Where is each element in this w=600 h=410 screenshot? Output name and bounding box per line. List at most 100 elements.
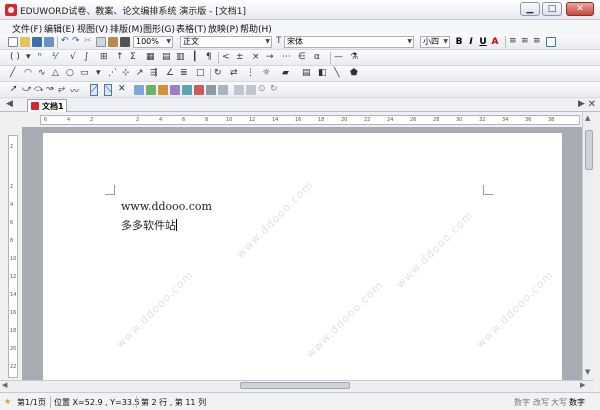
shape-library-icon[interactable]	[194, 85, 204, 95]
less-than-icon[interactable]: <	[222, 52, 230, 62]
horizontal-scroll-thumb[interactable]	[240, 382, 350, 389]
arrow-connector-icon[interactable]: ↝	[46, 84, 54, 94]
shape-icon[interactable]: ⬟	[350, 68, 358, 78]
triangle-icon[interactable]: △	[52, 68, 59, 78]
rotate-icon[interactable]: ↻	[214, 68, 222, 78]
tab-close-button[interactable]: ✕	[588, 99, 596, 110]
tab-prev-button[interactable]: ◀	[6, 99, 13, 109]
link-icon[interactable]: ⥂	[58, 84, 65, 94]
line-style-icon[interactable]: ▤	[302, 68, 311, 78]
wave-icon[interactable]: 〰	[70, 84, 79, 97]
scroll-left-icon[interactable]: ◀	[2, 381, 7, 389]
rectangle-dropdown-icon[interactable]: ▾	[96, 68, 101, 78]
horizontal-ruler[interactable]: 6 4 2 2 4 6 8 10 12 14 16 18 20 22 24 26…	[40, 115, 580, 125]
sun-icon[interactable]: ☼	[262, 68, 270, 78]
save-all-icon[interactable]	[44, 37, 54, 47]
line-cap-icon[interactable]: ⤻	[22, 84, 32, 94]
scroll-right-icon[interactable]: ▶	[580, 381, 585, 389]
curve-icon[interactable]: ∿	[38, 68, 46, 78]
bracket-dropdown-icon[interactable]: ▾	[26, 52, 31, 62]
redo-icon[interactable]: ↷	[72, 36, 80, 46]
bar-icon[interactable]: ▥	[176, 52, 185, 62]
vertical-ruler[interactable]: 2 2 4 6 8 10 12 14 16 18 20 22	[8, 135, 18, 378]
horizontal-scrollbar[interactable]: ◀ ▶	[0, 380, 594, 390]
align-left-icon[interactable]: ≡	[509, 36, 517, 46]
scroll-down-icon[interactable]: ▼	[585, 368, 590, 376]
ungroup-icon[interactable]	[218, 85, 228, 95]
media-icon[interactable]	[182, 85, 192, 95]
tab-document-1[interactable]: 文档1	[27, 99, 67, 112]
font-select[interactable]: 宋体 ▼	[284, 36, 414, 48]
chemistry-icon[interactable]: ⚗	[350, 52, 358, 62]
minimize-button[interactable]: ▁	[520, 2, 540, 16]
plus-minus-icon[interactable]: ±	[236, 52, 244, 62]
line-tool-icon[interactable]: ╲	[334, 68, 339, 78]
cross-icon[interactable]: ✕	[118, 84, 126, 94]
align-center-icon[interactable]: ≡	[521, 36, 529, 46]
angle-icon[interactable]: ∠	[166, 68, 174, 78]
document-page[interactable]: www.ddooo.com www.ddooo.com www.ddooo.co…	[43, 133, 562, 380]
document-line-1[interactable]: www.ddooo.com	[121, 200, 212, 213]
vertical-scrollbar[interactable]: ▲ ▼	[582, 112, 594, 380]
zoom-select[interactable]: 100% ▼	[133, 36, 173, 48]
new-document-icon[interactable]	[8, 37, 18, 47]
flip-icon[interactable]: ⇄	[230, 68, 238, 78]
print-icon[interactable]	[120, 37, 130, 47]
dash-icon[interactable]: —	[334, 52, 343, 62]
box-icon[interactable]: □	[196, 68, 205, 78]
paste-icon[interactable]	[108, 37, 118, 47]
object-icon[interactable]	[170, 85, 180, 95]
undo-icon[interactable]: ↶	[61, 36, 69, 46]
vertical-scroll-thumb[interactable]	[585, 130, 593, 170]
root-icon[interactable]: √	[70, 52, 76, 62]
table-icon[interactable]	[158, 85, 168, 95]
tab-next-button[interactable]: ▶	[578, 99, 585, 109]
vertical-line-icon[interactable]: ┃	[192, 52, 197, 62]
image-icon[interactable]	[134, 85, 144, 95]
sum-icon[interactable]: Σ	[130, 52, 136, 62]
italic-button[interactable]: I	[465, 36, 477, 48]
group-icon[interactable]	[206, 85, 216, 95]
scroll-up-icon[interactable]: ▲	[585, 114, 590, 122]
arrows-icon[interactable]: ⇶	[150, 68, 158, 78]
lines-icon[interactable]: ≣	[180, 68, 188, 78]
font-size-select[interactable]: 小四 ▼	[420, 36, 450, 48]
send-back-icon[interactable]	[246, 85, 256, 95]
open-folder-icon[interactable]	[20, 37, 30, 47]
copy-icon[interactable]	[96, 37, 106, 47]
justify-icon[interactable]	[546, 37, 556, 47]
element-of-icon[interactable]: ∈	[298, 52, 306, 62]
maximize-button[interactable]: □	[542, 2, 562, 16]
arrow-up-icon[interactable]: ↑	[116, 52, 124, 62]
grid-icon[interactable]: ▦	[146, 52, 155, 62]
rectangle-icon[interactable]: ▭	[80, 68, 89, 78]
dots-icon[interactable]: ⋯	[282, 52, 291, 62]
chart-icon[interactable]	[146, 85, 156, 95]
arc-icon[interactable]: ◠	[24, 68, 32, 78]
refresh-icon[interactable]: ↻	[270, 84, 278, 94]
close-button[interactable]: ✕	[566, 2, 594, 16]
bracket-icon[interactable]: ( )	[10, 52, 20, 62]
document-line-2[interactable]: 多多软件站	[121, 217, 177, 233]
integral-icon[interactable]: ∫	[84, 52, 89, 62]
line-icon[interactable]: ╱	[10, 68, 15, 78]
matrix-icon[interactable]: ⊞	[100, 52, 108, 62]
diagonal-tool-icon[interactable]: ⟋	[90, 84, 99, 96]
diagonal-tool-2-icon[interactable]: ⟍	[104, 84, 113, 96]
paragraph-icon[interactable]: ¶	[206, 52, 212, 62]
align-icon[interactable]: ▤	[162, 52, 171, 62]
shadow-icon[interactable]: ◧	[318, 68, 327, 78]
dotted-line-icon[interactable]: ⋰	[108, 68, 117, 78]
lock-icon[interactable]: ⊙	[258, 84, 266, 94]
font-color-button[interactable]: A	[489, 36, 501, 48]
circle-icon[interactable]: ○	[66, 68, 74, 78]
fill-icon[interactable]: ▰	[282, 68, 289, 78]
underline-button[interactable]: U	[477, 36, 489, 48]
superscript-icon[interactable]: ⁿ	[38, 52, 42, 62]
vector-icon[interactable]: ↗	[136, 68, 144, 78]
save-icon[interactable]	[32, 37, 42, 47]
cut-icon[interactable]: ✂	[84, 36, 92, 46]
bold-button[interactable]: B	[453, 36, 465, 48]
style-select[interactable]: 正文 ▼	[180, 36, 272, 48]
fraction-icon[interactable]: ⅟	[52, 52, 57, 62]
